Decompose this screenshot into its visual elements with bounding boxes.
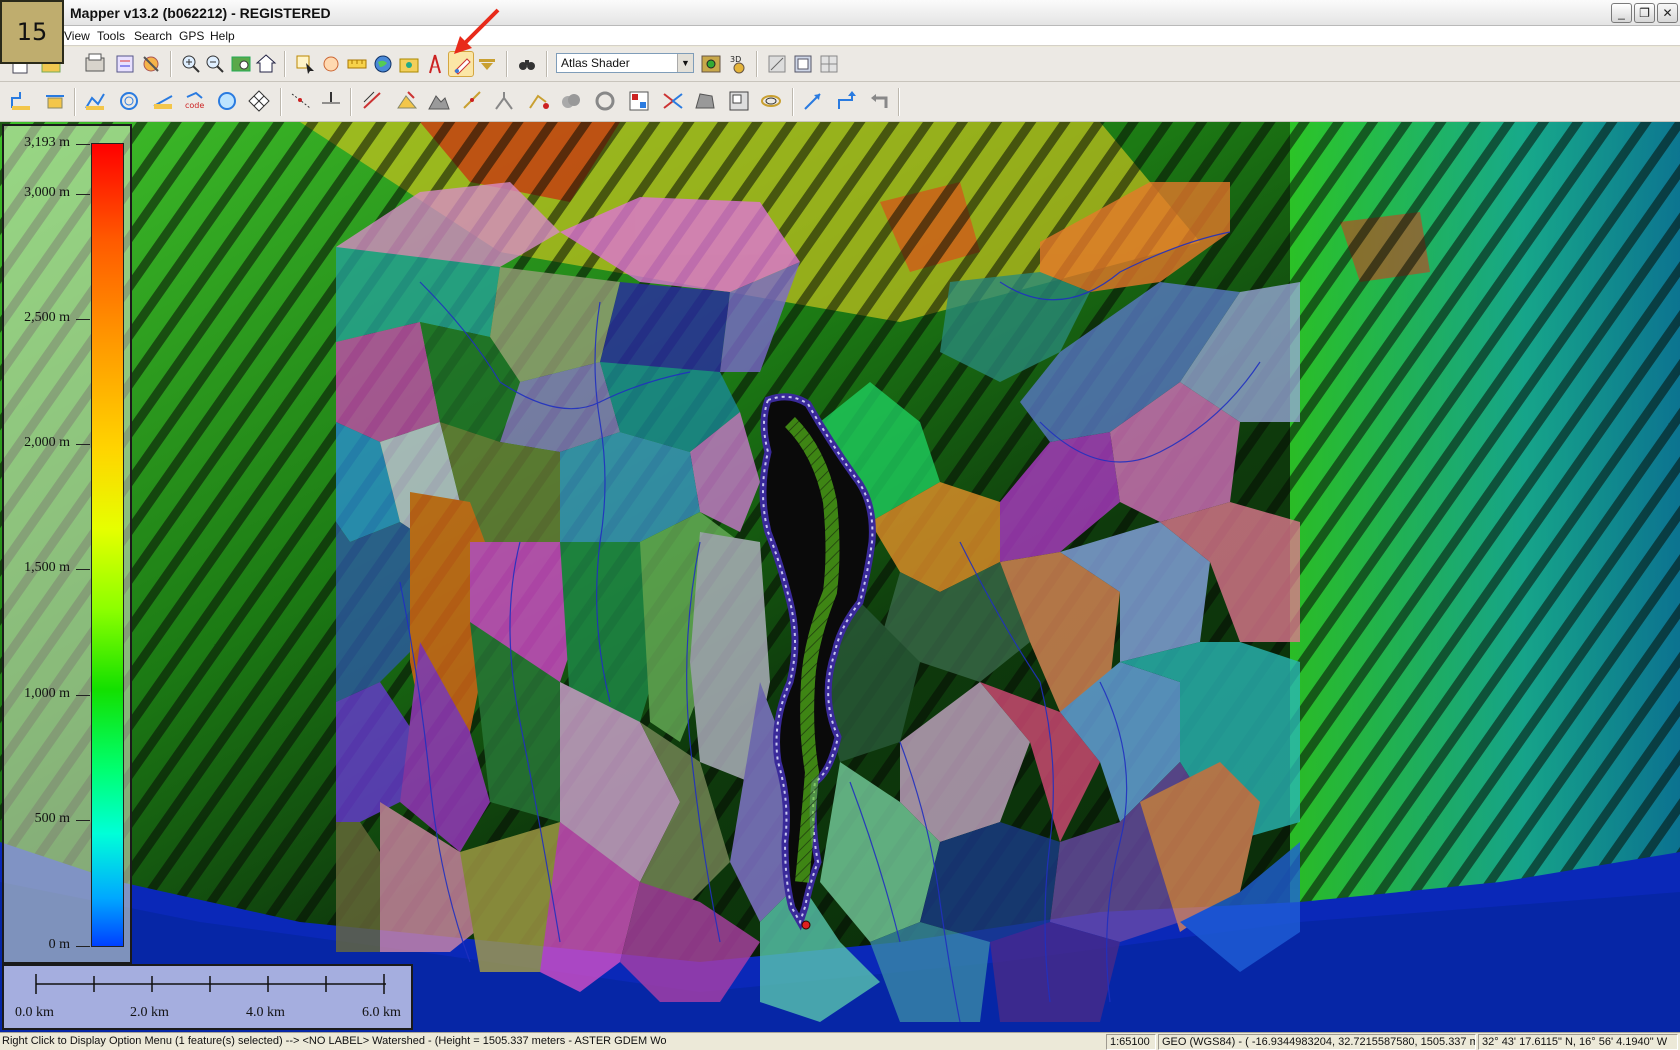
area-edit-icon[interactable] xyxy=(394,88,420,114)
elevation-color-scale xyxy=(91,143,124,947)
main-toolbar: Atlas Shader ▼ 3D xyxy=(0,47,1680,82)
legend-tick xyxy=(76,194,90,195)
globe-icon[interactable] xyxy=(370,51,396,77)
svg-text:code: code xyxy=(185,101,204,110)
restore-button[interactable]: ❐ xyxy=(1634,3,1655,23)
feature-icon[interactable] xyxy=(726,88,752,114)
print-icon[interactable] xyxy=(82,51,108,77)
arrow-diagonal-icon[interactable] xyxy=(800,88,826,114)
measure-icon[interactable] xyxy=(344,51,370,77)
menu-search[interactable]: Search xyxy=(134,29,172,43)
grid-edit-icon[interactable] xyxy=(626,88,652,114)
legend-tick xyxy=(76,946,90,947)
export-icon[interactable] xyxy=(112,51,138,77)
status-bar: Right Click to Display Option Menu (1 fe… xyxy=(0,1032,1680,1050)
chevron-down-icon[interactable]: ▼ xyxy=(677,54,693,72)
water-icon[interactable] xyxy=(116,88,142,114)
status-message: Right Click to Display Option Menu (1 fe… xyxy=(2,1035,667,1047)
shader-settings-icon[interactable] xyxy=(698,51,724,77)
close-button[interactable]: ✕ xyxy=(1657,3,1678,23)
legend-label-3000: 3,000 m xyxy=(24,185,70,200)
scale-bar-ruler xyxy=(35,974,386,994)
config-icon[interactable] xyxy=(138,51,164,77)
grid-icon[interactable] xyxy=(816,51,842,77)
layers-icon[interactable] xyxy=(790,51,816,77)
arrow-back-icon[interactable] xyxy=(866,88,892,114)
coil-icon[interactable] xyxy=(758,88,784,114)
minimize-button[interactable]: _ xyxy=(1611,3,1632,23)
view-3d-icon[interactable]: 3D xyxy=(724,51,750,77)
digitize-icon[interactable] xyxy=(764,51,790,77)
terrain-map xyxy=(0,122,1680,1032)
legend-label-2500: 2,500 m xyxy=(24,310,70,325)
scale-label-6: 6.0 km xyxy=(362,1005,401,1020)
terrain-edit-icon[interactable] xyxy=(426,88,452,114)
code-icon[interactable]: code xyxy=(182,88,208,114)
status-dms: 32° 43' 17.6115" N, 16° 56' 4.1940" W xyxy=(1478,1034,1678,1050)
home-icon[interactable] xyxy=(253,51,279,77)
menu-help[interactable]: Help xyxy=(210,29,235,43)
scale-label-4: 4.0 km xyxy=(246,1005,285,1020)
shader-select[interactable]: Atlas Shader ▼ xyxy=(556,53,694,73)
zoom-in-icon[interactable] xyxy=(178,51,204,77)
arrow-up-icon[interactable] xyxy=(834,88,860,114)
grid-cell-icon[interactable] xyxy=(246,88,272,114)
window-title: Mapper v13.2 (b062212) - REGISTERED xyxy=(70,5,331,21)
annotation-arrow-icon xyxy=(454,8,500,54)
contour-tool-icon[interactable] xyxy=(8,88,34,114)
merge-icon[interactable] xyxy=(660,88,686,114)
shader-select-value: Atlas Shader xyxy=(561,56,630,70)
legend-label-2000: 2,000 m xyxy=(24,435,70,450)
menu-bar: View Tools Search GPS Help xyxy=(0,26,1680,46)
legend-label-500: 500 m xyxy=(34,811,70,826)
vertex-icon[interactable] xyxy=(288,88,314,114)
menu-gps[interactable]: GPS xyxy=(179,29,204,43)
legend-label-0: 0 m xyxy=(48,937,70,952)
legend-label-1500: 1,500 m xyxy=(24,560,70,575)
path-profile-icon[interactable] xyxy=(150,88,176,114)
terrain-icon[interactable] xyxy=(82,88,108,114)
smooth-icon[interactable] xyxy=(592,88,618,114)
elevation-legend: 3,193 m 3,000 m 2,500 m 2,000 m 1,500 m … xyxy=(2,124,132,964)
map-view[interactable] xyxy=(0,122,1680,1032)
legend-tick xyxy=(76,820,90,821)
digitizer-toolbar: code xyxy=(0,82,1680,122)
title-bar: Mapper v13.2 (b062212) - REGISTERED _ ❐ … xyxy=(0,0,1680,26)
legend-tick xyxy=(76,319,90,320)
legend-tick xyxy=(76,444,90,445)
branch-icon[interactable] xyxy=(492,88,518,114)
select-icon[interactable] xyxy=(292,51,318,77)
zoom-full-icon[interactable] xyxy=(228,51,254,77)
pan-hand-icon[interactable] xyxy=(318,51,344,77)
binoculars-icon[interactable] xyxy=(514,51,540,77)
legend-tick xyxy=(76,144,90,145)
zoom-out-icon[interactable] xyxy=(202,51,228,77)
node-icon[interactable] xyxy=(318,88,344,114)
legend-tick xyxy=(76,695,90,696)
open-folder-icon[interactable] xyxy=(396,51,422,77)
line-edit-icon[interactable] xyxy=(360,88,386,114)
legend-label-max: 3,193 m xyxy=(24,135,70,150)
status-coordinates: GEO (WGS84) - ( -16.9344983204, 32.72155… xyxy=(1158,1034,1476,1050)
legend-tick xyxy=(76,569,90,570)
scale-label-0: 0.0 km xyxy=(15,1005,54,1020)
legend-label-1000: 1,000 m xyxy=(24,686,70,701)
shape-icon[interactable] xyxy=(692,88,718,114)
reshape-icon[interactable] xyxy=(460,88,486,114)
scale-bar: 0.0 km 2.0 km 4.0 km 6.0 km xyxy=(2,964,413,1030)
menu-tools[interactable]: Tools xyxy=(97,29,125,43)
menu-view[interactable]: View xyxy=(64,29,90,43)
view-shed-icon[interactable] xyxy=(214,88,240,114)
line-tool-icon[interactable] xyxy=(42,88,68,114)
step-number-badge: 15 xyxy=(0,0,64,64)
cloud-icon[interactable] xyxy=(558,88,584,114)
scale-label-2: 2.0 km xyxy=(130,1005,169,1020)
split-icon[interactable] xyxy=(526,88,552,114)
status-scale: 1:65100 xyxy=(1106,1034,1156,1050)
